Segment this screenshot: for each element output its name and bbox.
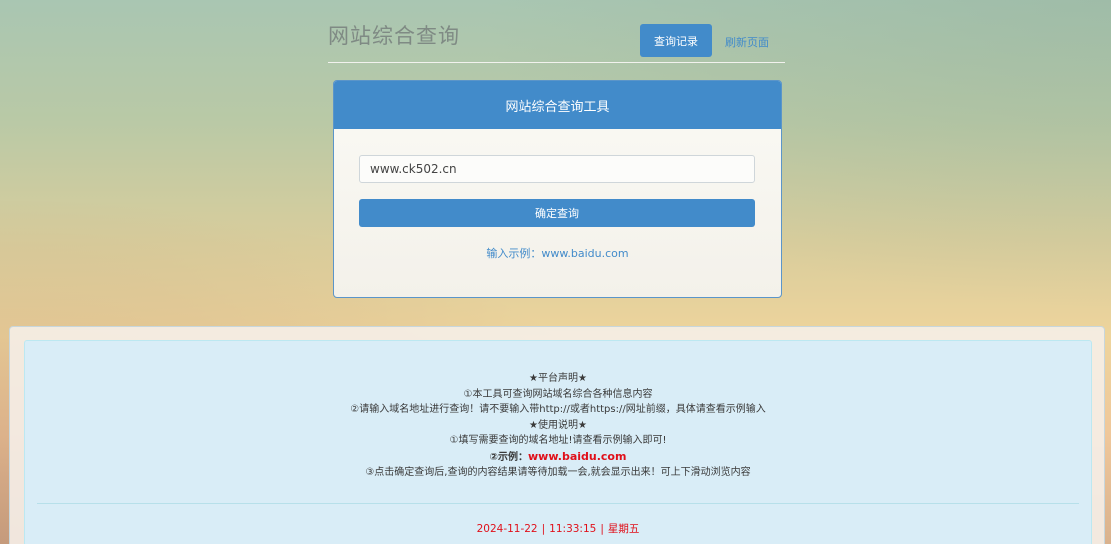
- query-panel: 网站综合查询工具 确定查询 输入示例：www.baidu.com: [333, 80, 782, 298]
- current-date: 2024-11-22: [476, 523, 538, 535]
- notice-divider: [37, 503, 1079, 504]
- page-header: 网站综合查询 查询记录 刷新页面: [328, 14, 785, 63]
- usage-example-line: ②示例：www.baidu.com: [25, 449, 1091, 466]
- usage-instruction-line: ①填写需要查询的域名地址!请查看示例输入即可!: [449, 435, 667, 446]
- datetime-separator: |: [541, 523, 546, 535]
- query-panel-title: 网站综合查询工具: [334, 81, 781, 129]
- datetime-separator: |: [600, 523, 604, 535]
- usage-instruction-line: ③点击确定查询后,查询的内容结果请等待加载一会,就会显示出来！可上下滑动浏览内容: [365, 467, 751, 478]
- platform-statement-line: ①本工具可查询网站域名综合各种信息内容: [463, 388, 653, 400]
- usage-example-label: ②示例：: [489, 451, 528, 463]
- current-datetime: 2024-11-22 | 11:33:15 | 星期五: [25, 521, 1091, 536]
- platform-statement-heading: ★平台声明★: [529, 373, 587, 384]
- current-time: 11:33:15: [549, 523, 597, 535]
- refresh-page-link[interactable]: 刷新页面: [725, 34, 769, 50]
- notice-box: ★平台声明★ ①本工具可查询网站域名综合各种信息内容 ②请输入域名地址进行查询！…: [24, 340, 1092, 544]
- site-title: 网站综合查询: [328, 24, 460, 48]
- confirm-query-button[interactable]: 确定查询: [359, 199, 755, 227]
- platform-statement-line: ②请输入域名地址进行查询！请不要输入带http://或者https://网址前缀…: [350, 404, 766, 415]
- usage-example-url: www.baidu.com: [528, 449, 627, 463]
- usage-instructions-heading: ★使用说明★: [529, 419, 587, 431]
- notice-container: ★平台声明★ ①本工具可查询网站域名综合各种信息内容 ②请输入域名地址进行查询！…: [9, 326, 1105, 544]
- current-weekday: 星期五: [607, 523, 640, 535]
- notice-text: ★平台声明★ ①本工具可查询网站域名综合各种信息内容 ②请输入域名地址进行查询！…: [25, 371, 1091, 481]
- input-example-hint: 输入示例：www.baidu.com: [486, 247, 629, 260]
- domain-input[interactable]: [359, 155, 755, 183]
- query-history-button[interactable]: 查询记录: [640, 24, 712, 57]
